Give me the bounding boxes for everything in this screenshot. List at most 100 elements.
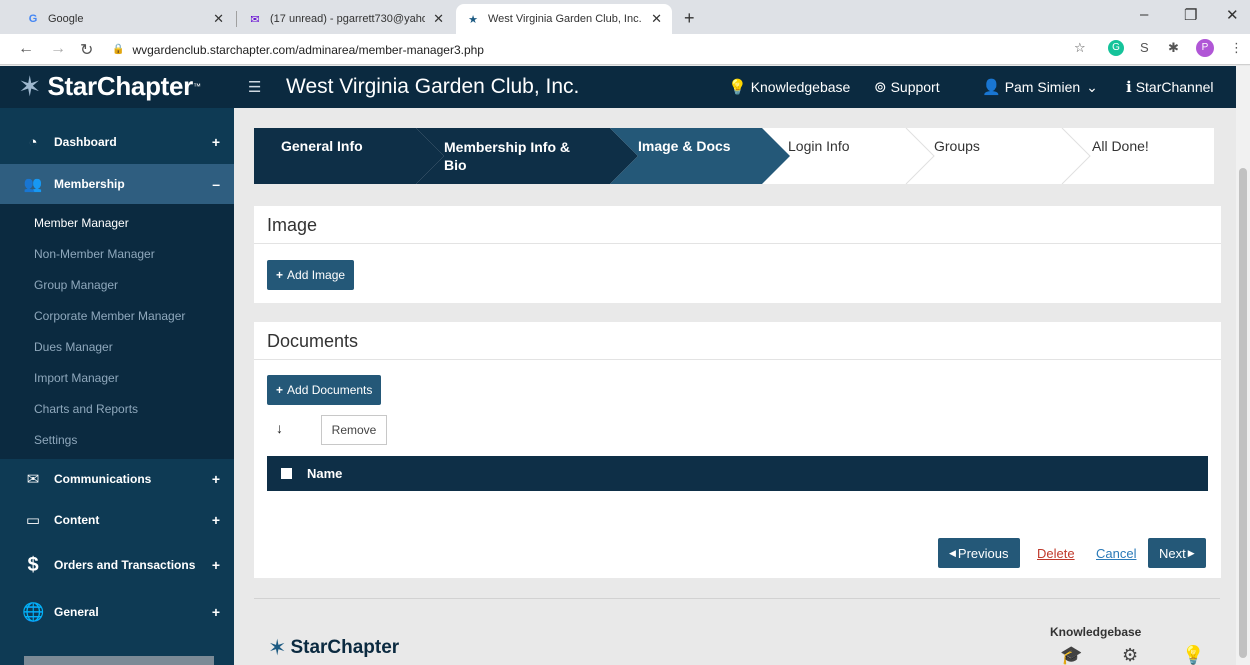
page-scrollbar[interactable] xyxy=(1236,66,1250,665)
step-image-docs[interactable]: Image & Docs xyxy=(638,128,762,184)
browser-tab-google[interactable]: G Google ✕ xyxy=(16,4,234,34)
user-name: Pam Simien xyxy=(1004,79,1081,95)
next-button[interactable]: Next ▶ xyxy=(1148,538,1206,568)
sidebar-item-general[interactable]: 🌐 General + xyxy=(0,589,234,635)
submenu-import-manager[interactable]: Import Manager xyxy=(0,363,234,394)
restore-icon[interactable]: ❐ xyxy=(1184,6,1197,24)
step-label: Groups xyxy=(934,138,980,154)
plus-icon: + xyxy=(276,383,284,397)
sidebar-item-label: Membership xyxy=(54,177,125,191)
app-header: ✶ StarChapter ™ ☰ West Virginia Garden C… xyxy=(0,66,1250,108)
submenu-member-manager[interactable]: Member Manager xyxy=(0,208,234,239)
monitor-icon: ▭ xyxy=(25,512,41,529)
sidebar-item-dashboard[interactable]: ◔ Dashboard + xyxy=(0,120,234,164)
extensions-puzzle-icon[interactable]: ✱ xyxy=(1168,40,1179,56)
wizard-steps: General Info Membership Info & Bio Image… xyxy=(254,128,1214,184)
org-name: West Virginia Garden Club, Inc. xyxy=(286,75,580,98)
step-label: Image & Docs xyxy=(638,138,731,154)
delete-link[interactable]: Delete xyxy=(1037,538,1075,568)
step-label: General Info xyxy=(281,138,363,154)
starchapter-logo[interactable]: ✶ StarChapter ™ xyxy=(18,70,201,103)
browser-menu-icon[interactable]: ⋮ xyxy=(1230,40,1243,56)
close-window-icon[interactable]: ✕ xyxy=(1226,6,1239,24)
extension-s-icon[interactable]: S xyxy=(1140,40,1149,55)
footer-logo[interactable]: ✶ StarChapter xyxy=(268,635,399,661)
close-tab-icon[interactable]: ✕ xyxy=(651,11,662,27)
add-documents-button[interactable]: + Add Documents xyxy=(267,375,382,405)
add-image-button[interactable]: + Add Image xyxy=(267,260,355,290)
gears-icon[interactable]: ⚙ xyxy=(1122,645,1138,665)
sidebar-item-content[interactable]: ▭ Content + xyxy=(0,499,234,541)
previous-label: Previous xyxy=(957,545,1009,561)
lock-icon: 🔒 xyxy=(112,44,125,55)
submenu-settings[interactable]: Settings xyxy=(0,425,234,456)
url-text: wvgardenclub.starchapter.com/adminarea/m… xyxy=(132,42,484,57)
remove-button[interactable]: Remove xyxy=(321,415,387,445)
profile-avatar-icon[interactable]: P xyxy=(1196,39,1214,57)
submenu-non-member-manager[interactable]: Non-Member Manager xyxy=(0,239,234,270)
back-arrow-icon[interactable]: ← xyxy=(18,40,34,58)
sidebar-item-orders-and-transactions[interactable]: $ Orders and Transactions + xyxy=(0,541,234,589)
browser-tab-yahoo-mail[interactable]: ✉ (17 unread) - pgarrett730@yahoo ✕ xyxy=(238,4,454,34)
mail-favicon-icon: ✉ xyxy=(250,13,260,26)
expand-icon[interactable]: + xyxy=(212,134,220,150)
menu-toggle-icon[interactable]: ☰ xyxy=(248,78,261,96)
bookmark-star-icon[interactable]: ☆ xyxy=(1074,40,1086,56)
grammarly-icon[interactable]: G xyxy=(1108,40,1124,56)
documents-card: Documents + Add Documents ↓ Remove Name … xyxy=(254,322,1221,578)
submenu-charts-and-reports[interactable]: Charts and Reports xyxy=(0,394,234,425)
browser-tab-bar: G Google ✕ ✉ (17 unread) - pgarrett730@y… xyxy=(0,0,1250,34)
step-label: Membership Info & Bio xyxy=(444,139,571,173)
cancel-link[interactable]: Cancel xyxy=(1096,538,1136,568)
expand-icon[interactable]: + xyxy=(212,512,220,528)
step-divider xyxy=(1061,128,1091,184)
dashboard-gauge-icon: ◔ xyxy=(28,133,38,151)
reload-icon[interactable]: ↻ xyxy=(80,40,93,60)
submenu-group-manager[interactable]: Group Manager xyxy=(0,270,234,301)
info-circle-icon: ℹ xyxy=(1126,79,1132,96)
expand-icon[interactable]: + xyxy=(212,604,220,620)
knowledgebase-link[interactable]: 💡 Knowledgebase xyxy=(728,78,850,96)
collapse-icon[interactable]: – xyxy=(212,176,220,192)
expand-icon[interactable]: + xyxy=(212,557,220,573)
step-groups[interactable]: Groups xyxy=(934,128,1062,184)
close-tab-icon[interactable]: ✕ xyxy=(433,11,444,27)
add-documents-label: Add Documents xyxy=(287,383,373,397)
support-link[interactable]: ⊚ Support xyxy=(874,78,940,96)
footer-knowledgebase-heading: Knowledgebase xyxy=(1050,625,1142,639)
submenu-corporate-member-manager[interactable]: Corporate Member Manager xyxy=(0,301,234,332)
membership-submenu: Member Manager Non-Member Manager Group … xyxy=(0,204,234,459)
close-tab-icon[interactable]: ✕ xyxy=(213,11,224,27)
step-membership-info[interactable]: Membership Info & Bio xyxy=(444,128,610,184)
submenu-dues-manager[interactable]: Dues Manager xyxy=(0,332,234,363)
previous-button[interactable]: ◀ Previous xyxy=(938,538,1020,568)
column-header-name[interactable]: Name xyxy=(307,466,342,481)
lightbulb-icon[interactable]: 💡 xyxy=(1182,645,1204,665)
address-bar: ← → ↻ 🔒 wvgardenclub.starchapter.com/adm… xyxy=(0,34,1250,65)
sidebar-item-label: Content xyxy=(54,513,100,527)
lightbulb-icon: 💡 xyxy=(728,79,747,96)
tab-title: Google xyxy=(48,13,84,25)
step-login-info[interactable]: Login Info xyxy=(788,128,906,184)
select-all-checkbox[interactable] xyxy=(281,468,292,479)
sidebar-promo-image xyxy=(24,656,214,665)
minimize-icon[interactable]: – xyxy=(1140,6,1148,23)
browser-tab-starchapter[interactable]: ★ West Virginia Garden Club, Inc. A ✕ xyxy=(456,4,672,34)
life-ring-icon: ⊚ xyxy=(874,79,887,96)
arrow-down-icon: ↓ xyxy=(276,420,283,436)
scrollbar-thumb[interactable] xyxy=(1239,168,1247,658)
forward-arrow-icon[interactable]: → xyxy=(50,40,66,58)
documents-section-title: Documents xyxy=(254,322,1221,360)
sidebar-item-communications[interactable]: ✉ Communications + xyxy=(0,459,234,499)
url-field[interactable]: 🔒 wvgardenclub.starchapter.com/adminarea… xyxy=(112,38,1052,61)
step-all-done[interactable]: All Done! xyxy=(1092,128,1214,184)
starchannel-link[interactable]: ℹ StarChannel xyxy=(1126,78,1214,96)
step-general-info[interactable]: General Info xyxy=(254,128,416,184)
graduation-cap-icon[interactable]: 🎓 xyxy=(1060,645,1082,665)
new-tab-icon[interactable]: + xyxy=(684,8,695,29)
expand-icon[interactable]: + xyxy=(212,471,220,487)
sidebar-item-membership[interactable]: 👥 Membership – xyxy=(0,164,234,204)
user-menu[interactable]: 👤 Pam Simien ⌄ xyxy=(982,78,1098,97)
step-divider xyxy=(905,128,935,184)
star-logo-icon: ✶ xyxy=(18,71,42,102)
